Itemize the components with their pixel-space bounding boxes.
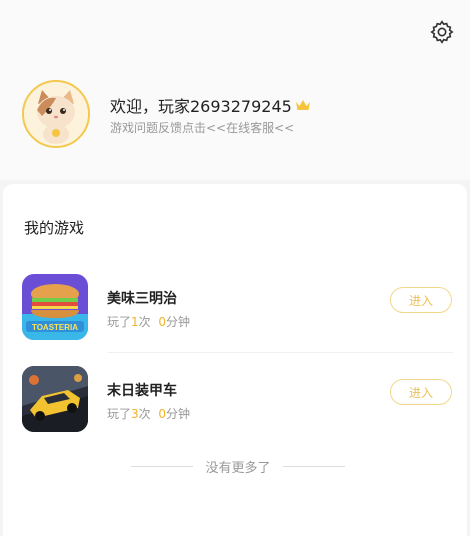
sandwich-icon[interactable]: TOASTERIA xyxy=(22,274,88,340)
game-row: 末日装甲车 玩了3次 0分钟 进入 xyxy=(3,366,467,442)
welcome-message: 欢迎，玩家2693279245 xyxy=(110,93,311,117)
game-name: 末日装甲车 xyxy=(107,383,177,399)
play-count: 1 xyxy=(131,315,139,329)
enter-button[interactable]: 进入 xyxy=(390,379,452,405)
divider xyxy=(108,352,453,353)
game-stats: 玩了3次 0分钟 xyxy=(107,407,190,421)
customer-service-link[interactable]: 游戏问题反馈点击<<在线客服<< xyxy=(110,119,294,136)
play-minutes: 0 xyxy=(158,315,166,329)
game-row: TOASTERIA 美味三明治 玩了1次 0分钟 进入 xyxy=(3,274,467,350)
svg-text:TOASTERIA: TOASTERIA xyxy=(32,323,78,332)
crown-icon xyxy=(295,100,310,110)
welcome-text: 欢迎，玩家2693279245 xyxy=(110,97,292,116)
settings-button[interactable] xyxy=(426,16,458,48)
armored-car-icon[interactable] xyxy=(22,366,88,432)
no-more-text: 没有更多了 xyxy=(205,460,271,476)
my-games-card: 我的游戏 TOASTERIA 美味三明治 玩了1次 0分钟 进入 末日装甲车 玩… xyxy=(3,184,467,536)
divider-line xyxy=(131,465,193,467)
game-stats: 玩了1次 0分钟 xyxy=(107,315,190,329)
divider-line xyxy=(282,465,345,467)
profile-header: 欢迎，玩家2693279245 游戏问题反馈点击<<在线客服<< xyxy=(0,0,470,180)
play-count: 3 xyxy=(131,407,139,421)
play-minutes: 0 xyxy=(158,407,166,421)
enter-button[interactable]: 进入 xyxy=(390,287,452,313)
game-name: 美味三明治 xyxy=(107,291,177,307)
no-more-indicator: 没有更多了 xyxy=(131,456,345,476)
gear-icon xyxy=(430,20,454,44)
section-title: 我的游戏 xyxy=(24,219,85,237)
avatar[interactable] xyxy=(22,80,90,148)
